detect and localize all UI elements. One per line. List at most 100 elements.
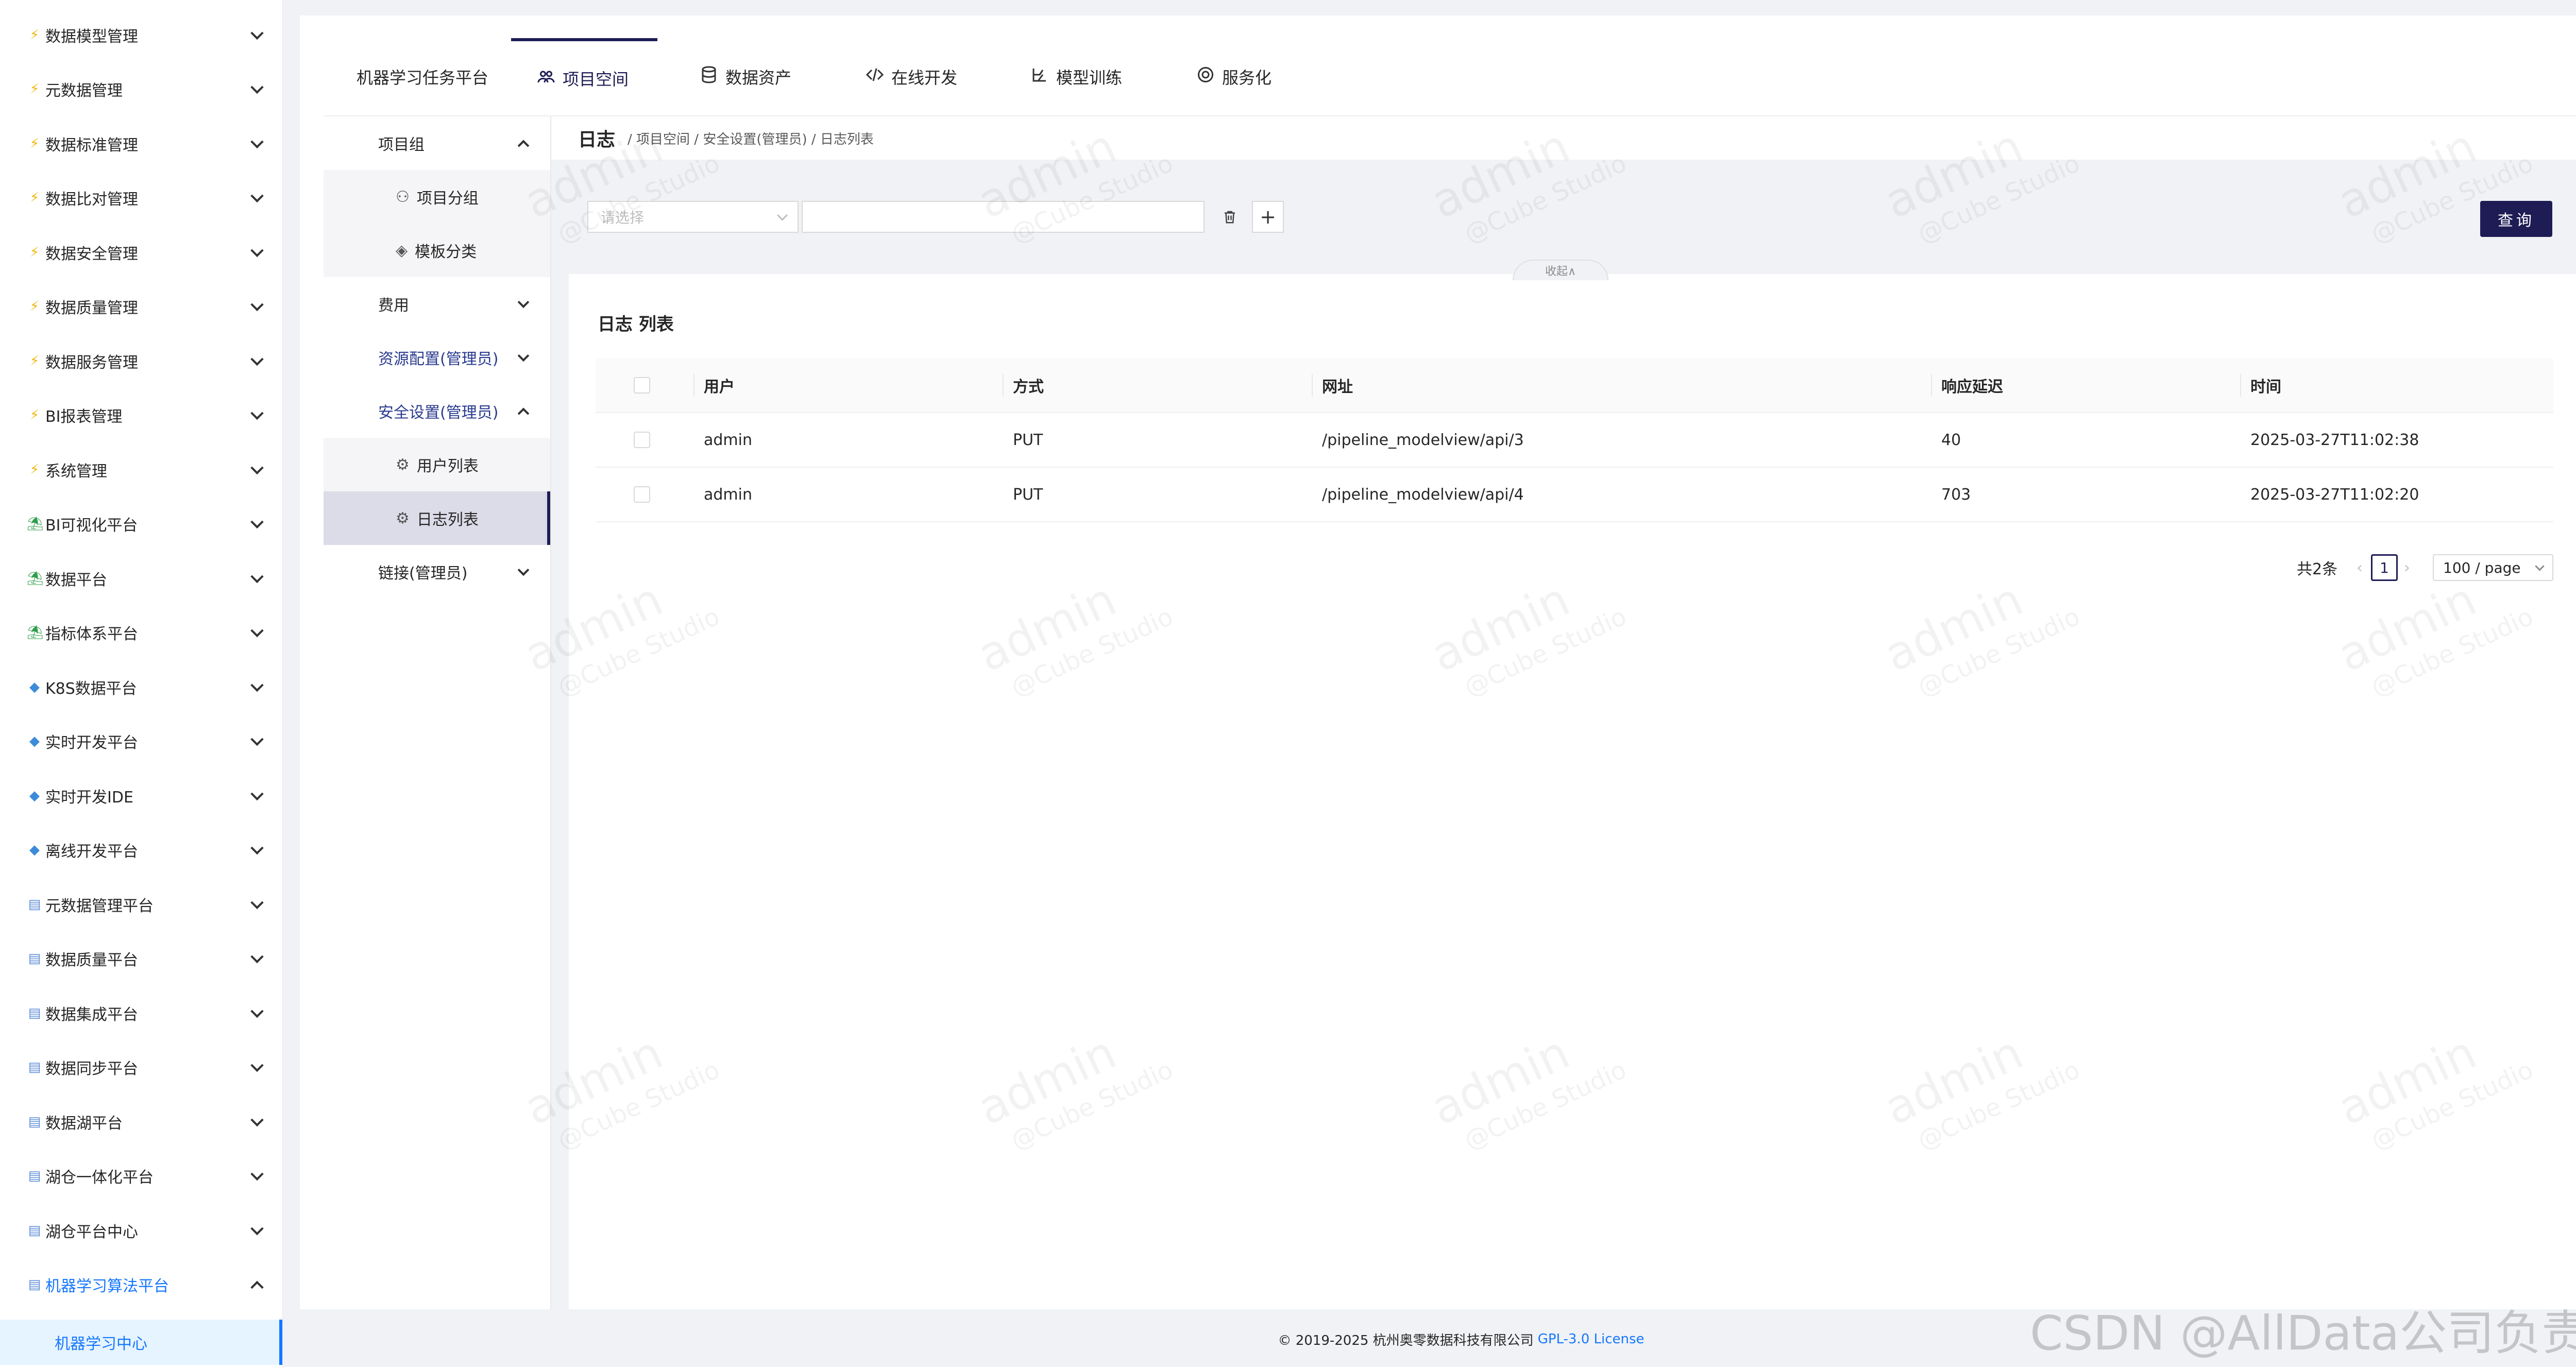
bolt-icon: ⚡: [29, 299, 40, 314]
bolt-icon: ⚡: [29, 462, 40, 477]
tab-project-space[interactable]: 项目空间: [511, 38, 657, 115]
sidebar-item-label: 机器学习算法平台: [45, 1277, 169, 1295]
cell-user: admin: [704, 431, 752, 449]
sidebar-item-k8s[interactable]: ◆ K8S数据平台: [0, 660, 282, 714]
sidebar-item-label: 数据平台: [45, 571, 107, 589]
cell-latency: 40: [1941, 431, 1961, 449]
menu-cost[interactable]: 费用: [324, 277, 550, 331]
next-page-button[interactable]: ›: [2397, 552, 2417, 583]
sidebar-item-quality-platform[interactable]: ▤ 数据质量平台: [0, 932, 282, 985]
sidebar-item-metadata-platform[interactable]: ▤ 元数据管理平台: [0, 878, 282, 931]
page-size-select[interactable]: 100 / page: [2433, 554, 2553, 581]
menu-links[interactable]: 链接(管理员): [324, 545, 550, 599]
tab-data-assets[interactable]: 数据资产: [700, 38, 791, 115]
menu-security-settings[interactable]: 安全设置(管理员): [324, 384, 550, 438]
menu-label: 日志列表: [416, 511, 479, 529]
sidebar-item-realtime-dev[interactable]: ◆ 实时开发平台: [0, 714, 282, 768]
sidebar-item-data-model[interactable]: ⚡ 数据模型管理: [0, 8, 282, 62]
tab-ml-task-platform[interactable]: 机器学习任务平台: [357, 38, 488, 115]
sidebar-item-label: 指标体系平台: [45, 625, 138, 643]
chevron-down-icon: [2535, 561, 2545, 571]
sidebar-item-data-quality[interactable]: ⚡ 数据质量管理: [0, 280, 282, 333]
sidebar-item-metadata[interactable]: ⚡ 元数据管理: [0, 62, 282, 116]
plus-icon: +: [1260, 206, 1276, 228]
sidebar-item-data-lake[interactable]: ▤ 数据湖平台: [0, 1095, 282, 1149]
row-checkbox[interactable]: [634, 486, 650, 503]
code-icon: [866, 65, 884, 89]
column-header-url[interactable]: 网址: [1322, 358, 1353, 412]
sidebar-item-data-compare[interactable]: ⚡ 数据比对管理: [0, 171, 282, 225]
left-sidebar: ⚡ 数据模型管理 ⚡ 元数据管理 ⚡ 数据标准管理 ⚡ 数据比对管理 ⚡ 数据安…: [0, 0, 283, 1367]
sidebar-item-realtime-ide[interactable]: ◆ 实时开发IDE: [0, 769, 282, 823]
sidebar-item-sync[interactable]: ▤ 数据同步平台: [0, 1040, 282, 1094]
license-link[interactable]: GPL-3.0 License: [1538, 1331, 1645, 1347]
menu-resource-config[interactable]: 资源配置(管理员): [324, 331, 550, 384]
table-row[interactable]: admin PUT /pipeline_modelview/api/3 40 2…: [596, 413, 2553, 468]
menu-label: 链接(管理员): [378, 565, 468, 583]
column-header-method[interactable]: 方式: [1013, 358, 1044, 412]
sidebar-item-data-security[interactable]: ⚡ 数据安全管理: [0, 226, 282, 279]
sidebar-item-label: 数据质量管理: [45, 299, 138, 317]
menu-project-group[interactable]: 项目组: [324, 116, 550, 170]
sidebar-item-bi-visual[interactable]: ⛱ BI可视化平台: [0, 497, 282, 551]
list-title: 日志 列表: [598, 314, 674, 335]
sidebar-item-label: 元数据管理平台: [45, 897, 154, 915]
project-space-menu: 项目组 ⚇ 项目分组 ◈ 模板分类 费用 资源配置(管理员) 安全设置(管理员)…: [324, 116, 551, 1309]
page-number-button[interactable]: 1: [2371, 554, 2398, 581]
log-list-card: 日志 列表 用户 方式 网址 响应延迟 时间 admin PUT /pipeli…: [569, 274, 2576, 1309]
sidebar-item-offline-dev[interactable]: ◆ 离线开发平台: [0, 823, 282, 877]
sidebar-item-label: 数据同步平台: [45, 1060, 138, 1078]
sidebar-item-system[interactable]: ⚡ 系统管理: [0, 443, 282, 497]
row-checkbox[interactable]: [634, 432, 650, 448]
box-icon: ▤: [28, 1114, 41, 1130]
table-row[interactable]: admin PUT /pipeline_modelview/api/4 703 …: [596, 468, 2553, 522]
column-header-user[interactable]: 用户: [704, 358, 735, 412]
prev-page-button[interactable]: ‹: [2349, 552, 2370, 583]
sidebar-item-data-service[interactable]: ⚡ 数据服务管理: [0, 334, 282, 388]
breadcrumb: 日志 / 项目空间 / 安全设置(管理员) / 日志列表: [551, 116, 2576, 160]
sidebar-item-bi-report[interactable]: ⚡ BI报表管理: [0, 388, 282, 442]
sidebar-item-lakehouse[interactable]: ▤ 湖仓一体化平台: [0, 1149, 282, 1203]
tab-servicing[interactable]: 服务化: [1196, 38, 1272, 115]
collapse-toggle[interactable]: 收起∧: [1513, 260, 1608, 280]
cell-method: PUT: [1013, 485, 1043, 504]
box-icon: ▤: [28, 1168, 41, 1184]
sidebar-item-label: 数据服务管理: [45, 354, 138, 372]
column-divider: [1312, 374, 1313, 397]
cell-user: admin: [704, 485, 752, 504]
box-icon: ▤: [28, 1277, 41, 1292]
sidebar-item-label: 数据质量平台: [45, 951, 138, 969]
gem-icon: ◆: [29, 733, 40, 749]
menu-log-list[interactable]: ⚙ 日志列表: [324, 491, 550, 545]
add-filter-button[interactable]: +: [1252, 201, 1284, 233]
delete-filter-button[interactable]: [1216, 203, 1244, 231]
sidebar-item-ml-platform[interactable]: ▤ 机器学习算法平台: [0, 1258, 282, 1311]
breadcrumb-path[interactable]: / 项目空间 / 安全设置(管理员) / 日志列表: [628, 129, 874, 148]
column-header-latency[interactable]: 响应延迟: [1941, 358, 2003, 412]
filter-field-select[interactable]: 请选择: [587, 201, 799, 233]
sidebar-item-integration[interactable]: ▤ 数据集成平台: [0, 986, 282, 1040]
menu-user-list[interactable]: ⚙ 用户列表: [324, 438, 550, 491]
sidebar-subitem-ml-center[interactable]: 机器学习中心: [0, 1320, 282, 1365]
cell-url: /pipeline_modelview/api/3: [1322, 431, 1524, 449]
tab-online-dev[interactable]: 在线开发: [866, 38, 957, 115]
query-button[interactable]: 查询: [2480, 201, 2552, 237]
tab-model-training[interactable]: 模型训练: [1030, 38, 1122, 115]
menu-label: 安全设置(管理员): [378, 404, 499, 422]
sidebar-item-metrics[interactable]: ⛱ 指标体系平台: [0, 606, 282, 659]
menu-project-subgroup[interactable]: ⚇ 项目分组: [324, 170, 550, 224]
trash-icon: [1225, 211, 1235, 224]
main-panel: 机器学习任务平台 项目空间 数据资产 在线开发 模型训练 服务化 项目组 ⚇ 项…: [300, 15, 2576, 1309]
sidebar-item-data-platform[interactable]: ⛱ 数据平台: [0, 552, 282, 605]
page-size-value: 100 / page: [2443, 559, 2521, 576]
sidebar-item-lakehouse-center[interactable]: ▤ 湖仓平台中心: [0, 1204, 282, 1257]
menu-template-category[interactable]: ◈ 模板分类: [324, 224, 550, 277]
tab-label: 数据资产: [725, 68, 792, 88]
filter-value-input[interactable]: [802, 201, 1205, 233]
chevron-down-icon: [517, 296, 530, 309]
sidebar-item-label: BI可视化平台: [45, 517, 138, 535]
chevron-up-icon: [517, 407, 530, 420]
select-all-checkbox[interactable]: [634, 377, 650, 394]
column-header-time[interactable]: 时间: [2250, 358, 2281, 412]
sidebar-item-data-standard[interactable]: ⚡ 数据标准管理: [0, 117, 282, 170]
